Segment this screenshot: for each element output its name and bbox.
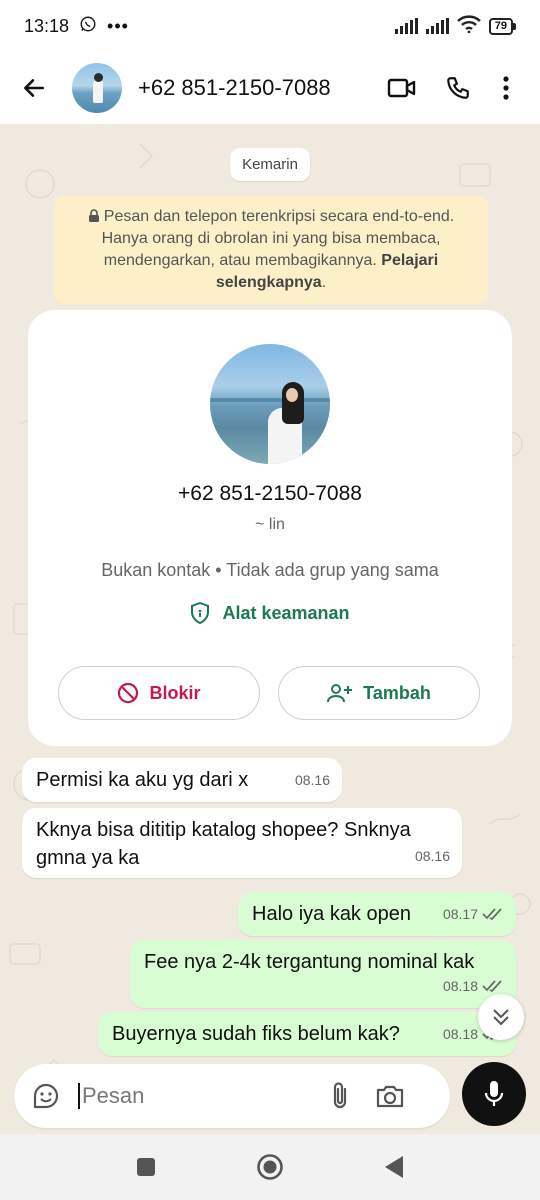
- system-nav-bar: [0, 1134, 540, 1200]
- profile-photo[interactable]: [210, 344, 330, 464]
- shield-icon: [191, 602, 210, 624]
- security-tools-label: Alat keamanan: [222, 602, 350, 623]
- nav-recents-icon[interactable]: [126, 1147, 166, 1187]
- signal-icon-2: [425, 18, 449, 34]
- double-chevron-down-icon: [493, 1009, 509, 1026]
- sticker-icon[interactable]: [30, 1080, 62, 1112]
- block-icon: [118, 682, 139, 704]
- add-person-icon: [327, 684, 353, 703]
- mic-button[interactable]: [462, 1062, 526, 1126]
- more-notifications-icon: •••: [107, 15, 129, 36]
- nav-home-icon[interactable]: [250, 1147, 290, 1187]
- message-text: Kknya bisa dititip katalog shopee? Snkny…: [36, 819, 411, 869]
- profile-number: +62 851-2150-7088: [178, 482, 362, 505]
- add-label: Tambah: [363, 682, 431, 703]
- battery-level: 79: [488, 17, 513, 35]
- block-button[interactable]: Blokir: [58, 666, 260, 720]
- message-bubble[interactable]: Fee nya 2-4k tergantung nominal kak 08.1…: [130, 940, 516, 1008]
- contact-name[interactable]: +62 851-2150-7088: [138, 75, 366, 101]
- security-tools-link[interactable]: Alat keamanan: [28, 602, 512, 624]
- message-composer: [14, 1064, 450, 1128]
- lock-icon: [88, 209, 99, 222]
- attach-icon[interactable]: [322, 1078, 358, 1114]
- block-label: Blokir: [149, 682, 201, 703]
- message-time: 08.18: [442, 978, 478, 994]
- message-bubble[interactable]: Kknya bisa dititip katalog shopee? Snkny…: [22, 808, 462, 878]
- mic-icon: [484, 1081, 504, 1106]
- message-time: 08.16: [294, 772, 330, 788]
- read-ticks-icon: [482, 908, 502, 920]
- message-text: Buyernya sudah fiks belum kak?: [112, 1023, 400, 1045]
- nav-back-icon[interactable]: [374, 1147, 414, 1187]
- message-bubble[interactable]: Buyernya sudah fiks belum kak? 08.18: [98, 1012, 516, 1056]
- message-time: 08.18: [442, 1026, 478, 1042]
- add-contact-button[interactable]: Tambah: [278, 666, 480, 720]
- message-bubble[interactable]: Halo iya kak open 08.17: [238, 892, 516, 936]
- profile-info: Bukan kontak • Tidak ada grup yang sama: [101, 560, 439, 580]
- chat-header: +62 851-2150-7088: [0, 52, 540, 124]
- video-call-icon[interactable]: [382, 68, 422, 108]
- profile-card: +62 851-2150-7088 ~ lin Bukan kontak • T…: [28, 310, 512, 746]
- message-bubble[interactable]: Permisi ka aku yg dari x 08.16: [22, 758, 342, 802]
- more-vert-icon[interactable]: [486, 68, 526, 108]
- message-input[interactable]: [78, 1083, 308, 1109]
- message-time: 08.17: [442, 906, 478, 922]
- phone-icon[interactable]: [438, 68, 478, 108]
- read-ticks-icon: [482, 980, 502, 992]
- status-bar: 13:18 ••• 79: [0, 0, 540, 52]
- whatsapp-notification-icon: [79, 15, 97, 38]
- message-text: Fee nya 2-4k tergantung nominal kak: [144, 951, 475, 973]
- battery-icon: 79: [488, 17, 516, 35]
- status-time: 13:18: [24, 15, 70, 36]
- message-text: Halo iya kak open: [252, 903, 411, 925]
- chat-area[interactable]: Kemarin Pesan dan telepon terenkripsi se…: [0, 124, 540, 1134]
- contact-avatar[interactable]: [72, 63, 122, 113]
- message-time: 08.16: [414, 848, 450, 864]
- date-chip: Kemarin: [230, 148, 310, 181]
- encryption-notice[interactable]: Pesan dan telepon terenkripsi secara end…: [54, 196, 488, 304]
- profile-alias: ~ lin: [255, 516, 285, 533]
- signal-icon-1: [394, 18, 418, 34]
- scroll-to-bottom-button[interactable]: [478, 994, 524, 1040]
- wifi-icon: [456, 14, 481, 38]
- back-arrow-icon[interactable]: [18, 72, 50, 104]
- message-text: Permisi ka aku yg dari x: [36, 769, 249, 791]
- camera-icon[interactable]: [372, 1078, 408, 1114]
